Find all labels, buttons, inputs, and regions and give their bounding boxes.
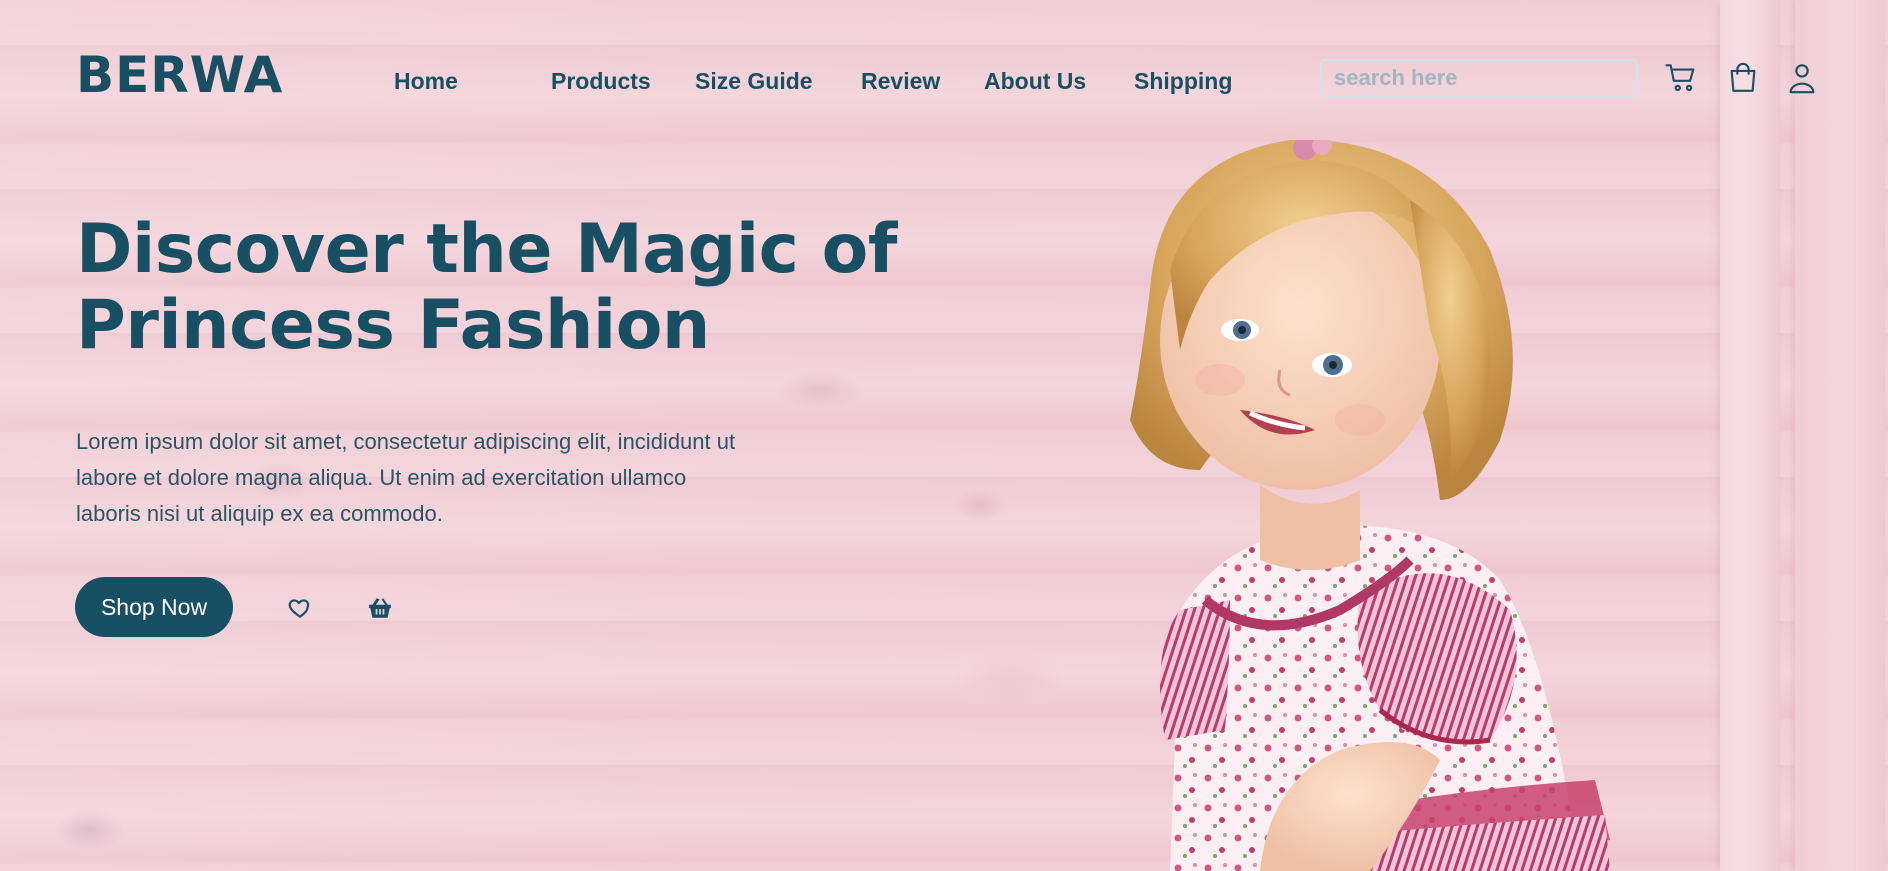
nav-review[interactable]: Review xyxy=(861,68,940,95)
cart-icon[interactable] xyxy=(1664,60,1700,96)
landing-page: BERWA Home Products Size Guide Review Ab… xyxy=(0,0,1888,871)
site-header: BERWA Home Products Size Guide Review Ab… xyxy=(0,0,1888,160)
heart-icon[interactable] xyxy=(286,594,314,622)
nav-home[interactable]: Home xyxy=(394,68,458,95)
shop-now-button[interactable]: Shop Now xyxy=(75,577,233,637)
nav-size-guide[interactable]: Size Guide xyxy=(695,68,813,95)
hero-title: Discover the Magic of Princess Fashion xyxy=(76,210,897,365)
nav-shipping[interactable]: Shipping xyxy=(1134,68,1232,95)
search-input[interactable] xyxy=(1320,59,1638,97)
user-icon[interactable] xyxy=(1784,60,1820,96)
hero-description: Lorem ipsum dolor sit amet, consectetur … xyxy=(76,429,736,526)
basket-icon[interactable] xyxy=(366,594,394,622)
hero-image-girl xyxy=(1110,140,1630,871)
nav-about-us[interactable]: About Us xyxy=(984,68,1086,95)
nav-products[interactable]: Products xyxy=(551,68,651,95)
bag-icon[interactable] xyxy=(1725,60,1761,96)
brand-logo[interactable]: BERWA xyxy=(76,50,283,100)
